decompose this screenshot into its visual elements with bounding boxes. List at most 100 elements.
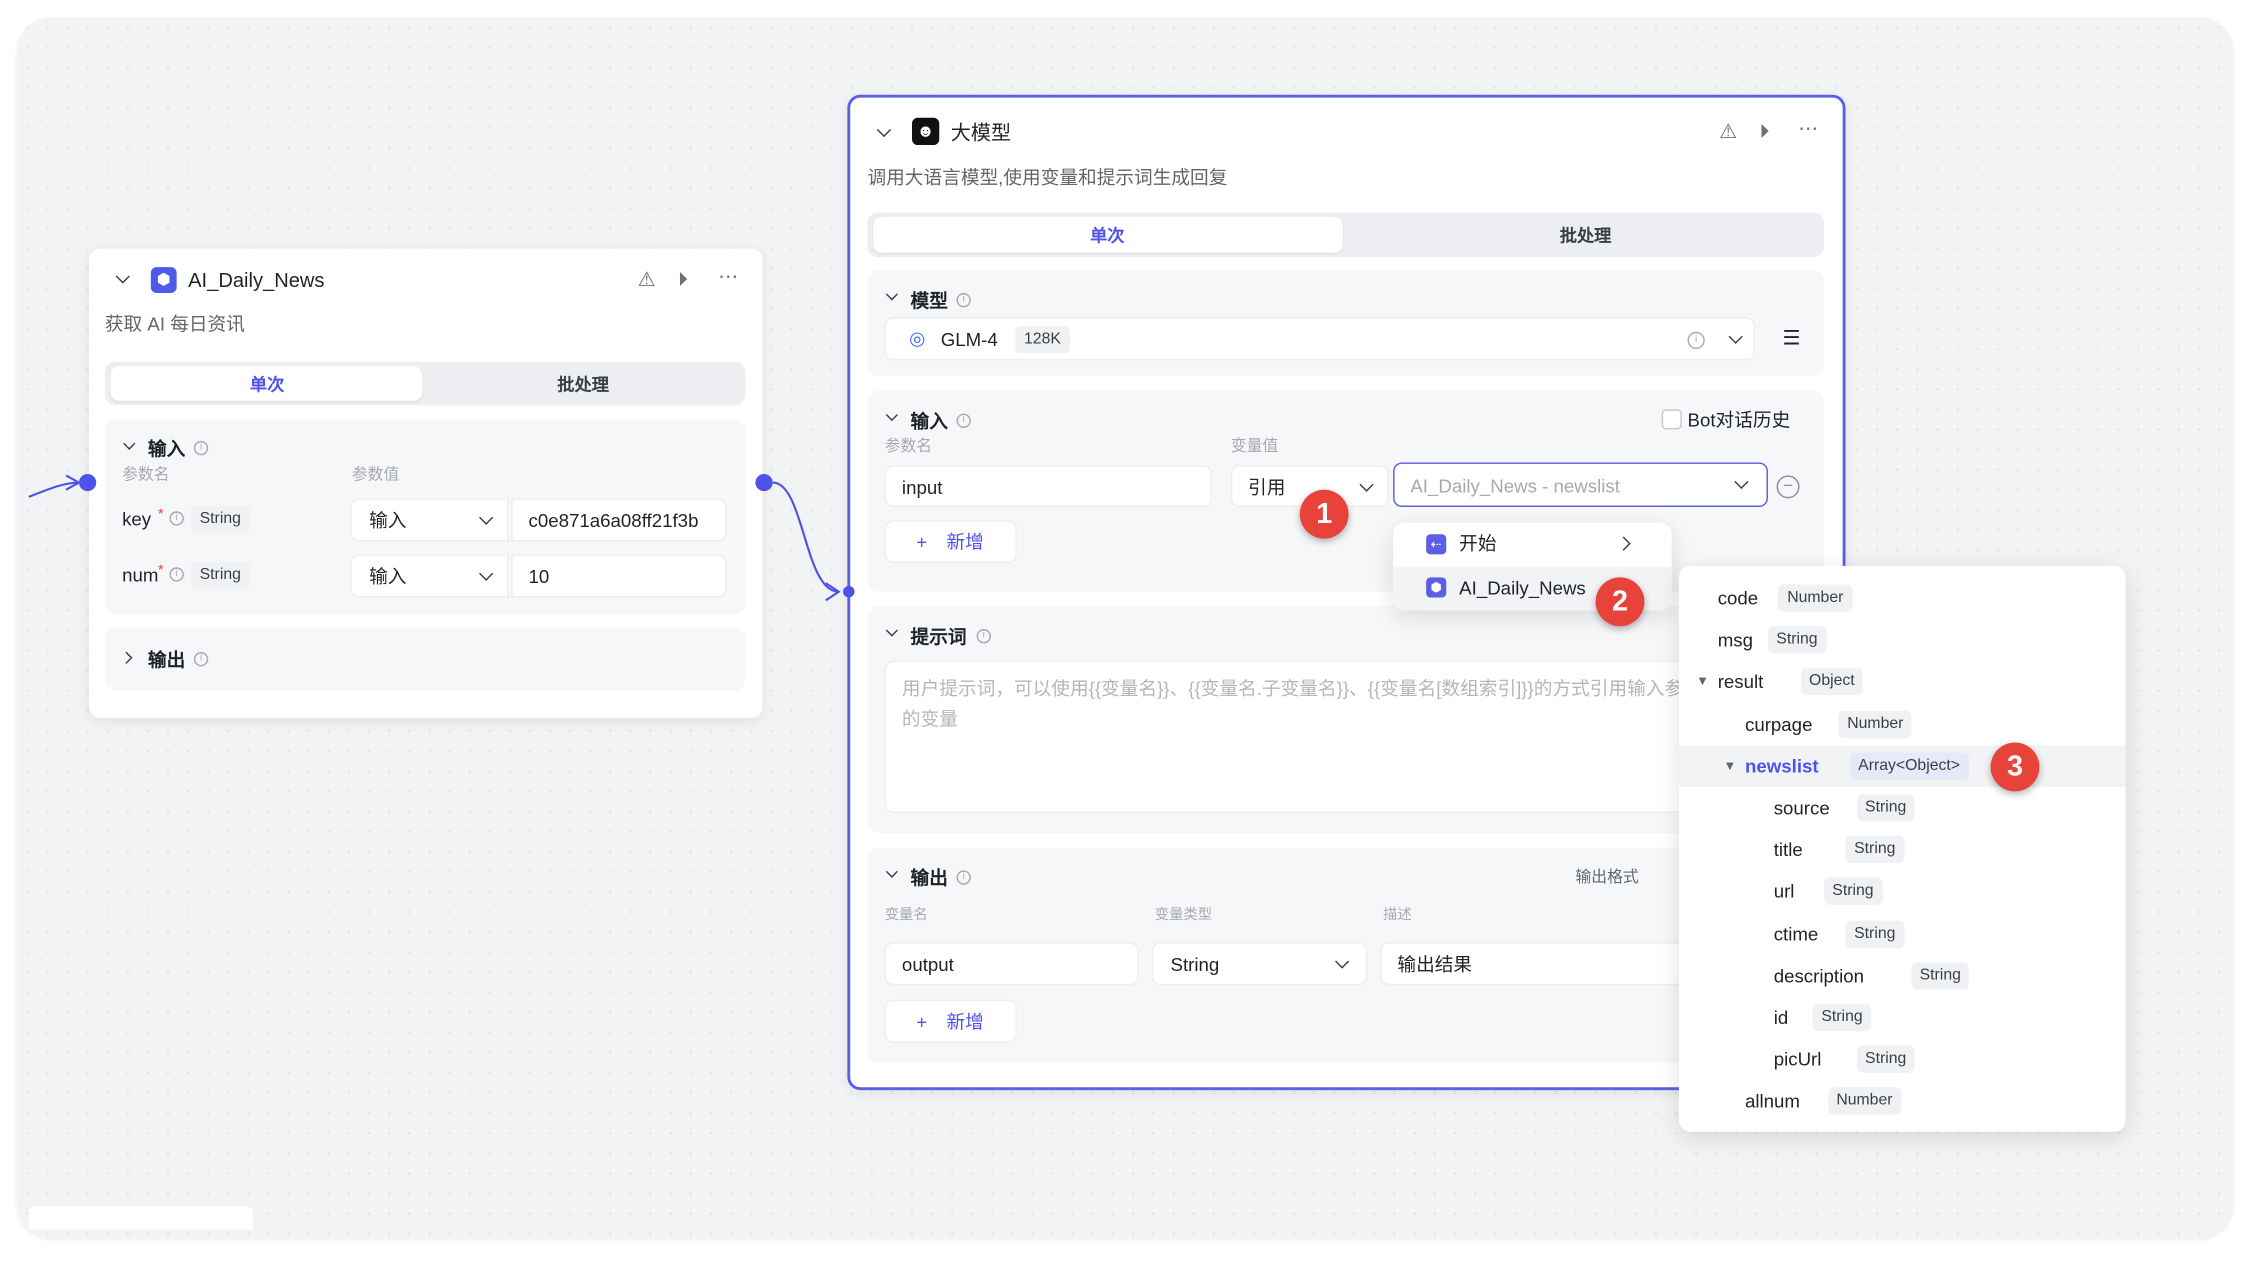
- caret-down-icon[interactable]: ▼: [1696, 675, 1709, 689]
- field-name: url: [1773, 880, 1795, 903]
- model-select[interactable]: ◎ GLM-4 128K i: [884, 317, 1756, 361]
- param-name: key: [122, 508, 152, 530]
- chevron-down-icon: [1335, 954, 1350, 969]
- info-icon: i: [956, 413, 971, 428]
- bot-history-checkbox[interactable]: [1661, 409, 1682, 430]
- chevron-down-icon[interactable]: [123, 437, 136, 450]
- tree-item-description[interactable]: description String: [1679, 955, 2126, 997]
- col-desc-label: 描述: [1383, 907, 1412, 924]
- field-name: description: [1773, 964, 1865, 987]
- chevron-down-icon: [1728, 329, 1743, 344]
- reference-select[interactable]: AI_Daily_News - newslist: [1393, 462, 1768, 507]
- info-icon[interactable]: i: [1687, 331, 1705, 349]
- breakpoint-icon[interactable]: ⚠: [638, 269, 656, 289]
- menu-item-start[interactable]: ⇠ 开始: [1393, 523, 1672, 566]
- collapse-chevron-icon[interactable]: [115, 269, 130, 284]
- tree-item-ctime[interactable]: ctime String: [1679, 913, 2126, 955]
- info-icon: i: [193, 652, 209, 667]
- output-name-input[interactable]: output: [884, 942, 1139, 986]
- tree-item-title[interactable]: title String: [1679, 829, 2126, 871]
- value-mode-text: 输入: [369, 509, 407, 532]
- tree-item-curpage[interactable]: curpage Number: [1679, 703, 2126, 745]
- tree-item-code[interactable]: code Number: [1679, 577, 2126, 619]
- chevron-down-icon[interactable]: [885, 624, 898, 637]
- section-title: 输出: [147, 649, 186, 671]
- add-output-button[interactable]: + 新增: [884, 999, 1017, 1043]
- llm-input-port[interactable]: [843, 585, 855, 598]
- value-mode-select[interactable]: 输入: [350, 554, 509, 598]
- start-icon: ⇠: [1426, 534, 1447, 555]
- field-type-tag: String: [1910, 961, 1970, 990]
- tree-item-allnum[interactable]: allnum Number: [1679, 1081, 2126, 1123]
- output-section[interactable]: 输出 i: [104, 627, 746, 691]
- field-name: msg: [1717, 629, 1753, 651]
- tree-item-result[interactable]: ▼ result Object: [1679, 661, 2126, 703]
- more-icon[interactable]: ⋯: [718, 266, 738, 286]
- tab-single-label: 单次: [1090, 225, 1125, 246]
- field-tree-menu: code Number msg String ▼ result Object c…: [1678, 565, 2126, 1132]
- prompt-textarea[interactable]: 用户提示词，可以使用{{变量名}}、{{变量名.子变量名}}、{{变量名[数组索…: [884, 660, 1807, 813]
- mode-tabs: 单次 批处理: [104, 361, 746, 406]
- tree-item-url[interactable]: url String: [1679, 871, 2126, 913]
- tab-batch[interactable]: 批处理: [557, 376, 609, 393]
- glm-logo-icon: ◎: [909, 327, 926, 349]
- tab-batch[interactable]: 批处理: [1560, 227, 1612, 244]
- input-section: 输入 i 参数名 参数值 key * i String 输入 c0e871a6a…: [104, 419, 746, 615]
- section-title: 输入: [147, 438, 186, 460]
- field-name: ctime: [1773, 922, 1819, 945]
- run-icon[interactable]: ⏵: [678, 269, 688, 289]
- chevron-down-icon[interactable]: [885, 288, 898, 301]
- value-mode-text: 输入: [369, 565, 407, 588]
- chevron-down-icon[interactable]: [885, 408, 898, 422]
- field-type-tag: String: [1767, 626, 1827, 654]
- collapse-chevron-icon[interactable]: [876, 122, 892, 138]
- output-port[interactable]: [755, 473, 773, 492]
- tree-item-msg[interactable]: msg String: [1679, 619, 2126, 661]
- context-tag: 128K: [1015, 326, 1070, 354]
- node-ai-daily-news[interactable]: ⬢ AI_Daily_News ⚠ ⏵ ⋯ 获取 AI 每日资讯 单次 批处理 …: [89, 248, 763, 719]
- menu-item-label: AI_Daily_News: [1459, 577, 1586, 599]
- output-format-label[interactable]: 输出格式: [1576, 870, 1639, 886]
- param-row: key * i String 输入 c0e871a6a08ff21f3b: [105, 498, 746, 542]
- field-type-tag: Number: [1778, 584, 1853, 612]
- tree-item-picurl[interactable]: picUrl String: [1679, 1039, 2126, 1081]
- plugin-cube-icon: ⬢: [150, 267, 177, 293]
- param-value-input[interactable]: 10: [511, 554, 727, 598]
- field-type-tag: String: [1856, 1045, 1915, 1074]
- breakpoint-icon[interactable]: ⚠: [1719, 121, 1737, 141]
- info-icon: i: [976, 629, 991, 644]
- field-type-tag: String: [1845, 920, 1905, 948]
- tree-item-source[interactable]: source String: [1679, 787, 2126, 829]
- more-icon[interactable]: ⋯: [1798, 118, 1818, 138]
- minimap-bar[interactable]: [28, 1206, 253, 1230]
- field-name: result: [1717, 671, 1764, 693]
- tree-item-newslist[interactable]: ▼ newslist Array<Object>: [1678, 745, 2126, 787]
- chevron-down-icon: [479, 566, 494, 581]
- tree-item-id[interactable]: id String: [1679, 997, 2126, 1039]
- param-value: c0e871a6a08ff21f3b: [528, 509, 699, 532]
- input-port[interactable]: [78, 473, 97, 492]
- required-mark: *: [157, 562, 164, 579]
- settings-sliders-icon[interactable]: ☰: [1782, 327, 1800, 347]
- param-name-input[interactable]: input: [884, 465, 1213, 507]
- step-badge-2: 2: [1595, 577, 1645, 627]
- tab-single-label: 单次: [249, 374, 285, 395]
- field-name: code: [1717, 587, 1759, 609]
- output-type-select[interactable]: String: [1151, 942, 1368, 986]
- section-title: 提示词: [910, 626, 967, 648]
- param-value-input[interactable]: c0e871a6a08ff21f3b: [511, 498, 727, 542]
- info-icon: i: [193, 440, 209, 456]
- section-title: 模型: [910, 290, 948, 312]
- chevron-right-icon[interactable]: [120, 651, 133, 664]
- run-icon[interactable]: ⏵: [1759, 121, 1769, 141]
- info-icon: i: [956, 870, 971, 885]
- section-title: 输出: [910, 867, 948, 890]
- remove-icon[interactable]: −: [1776, 475, 1800, 499]
- bot-history-label: Bot对话历史: [1687, 409, 1791, 431]
- type-tag: String: [191, 505, 250, 533]
- chevron-down-icon[interactable]: [885, 865, 898, 878]
- add-input-button[interactable]: + 新增: [884, 519, 1017, 563]
- caret-down-icon[interactable]: ▼: [1723, 759, 1736, 772]
- menu-item-label: 开始: [1459, 532, 1497, 555]
- value-mode-select[interactable]: 输入: [350, 498, 509, 542]
